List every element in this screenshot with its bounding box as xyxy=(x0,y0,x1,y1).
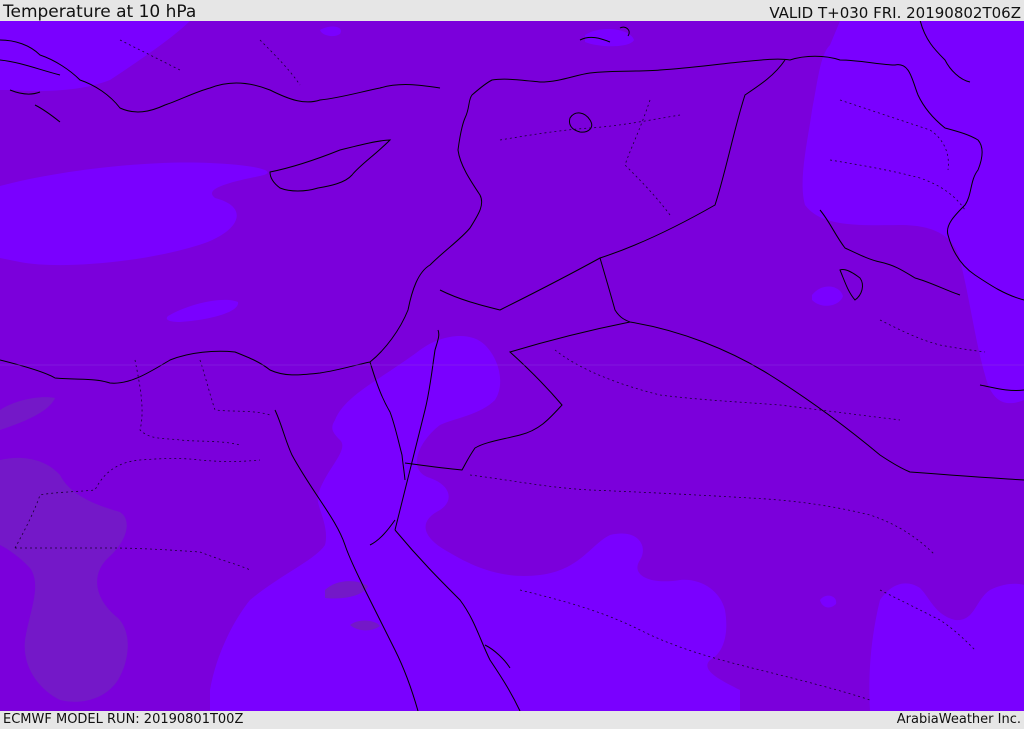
weather-map xyxy=(0,21,1024,711)
header-bar: Temperature at 10 hPa VALID T+030 FRI. 2… xyxy=(0,0,1024,22)
credit-label: ArabiaWeather Inc. xyxy=(896,712,1021,727)
map-title: Temperature at 10 hPa xyxy=(3,2,197,22)
footer-bar: ECMWF MODEL RUN: 20190801T00Z ArabiaWeat… xyxy=(0,711,1024,729)
valid-time-label: VALID T+030 FRI. 20190802T06Z xyxy=(769,4,1021,22)
map-canvas xyxy=(0,21,1024,711)
model-run-label: ECMWF MODEL RUN: 20190801T00Z xyxy=(3,712,244,727)
